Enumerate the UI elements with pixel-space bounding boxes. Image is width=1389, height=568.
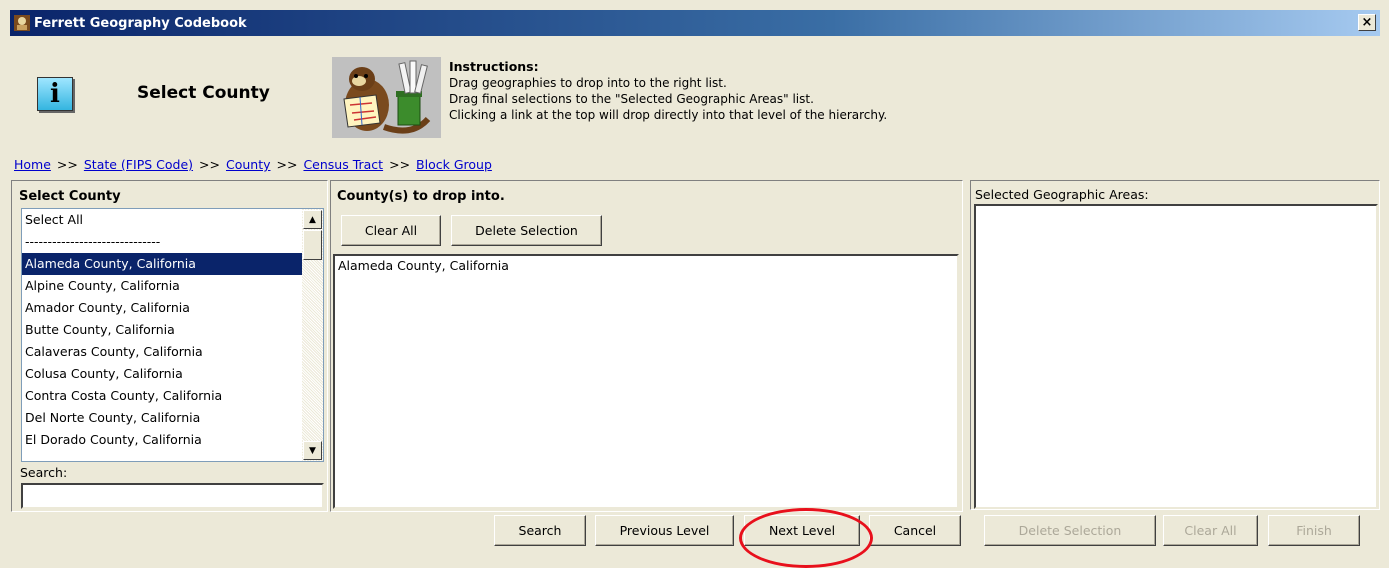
instruction-line: Drag geographies to drop into to the rig… [449,76,727,90]
selected-areas-panel: Selected Geographic Areas: [970,180,1380,510]
instructions-title: Instructions: [449,59,539,74]
list-divider: ------------------------------ [25,234,161,249]
list-item[interactable]: Alameda County, California [22,253,323,275]
scroll-thumb[interactable] [303,230,322,260]
breadcrumb-block-group[interactable]: Block Group [416,157,492,172]
breadcrumb: Home >> State (FIPS Code) >> County >> Census … [14,157,492,172]
breadcrumb-separator: >> [56,157,78,172]
window-title: Ferrett Geography Codebook [34,15,247,31]
instruction-line: Clicking a link at the top will drop dir… [449,108,888,122]
select-county-title: Select County [19,189,121,204]
list-item[interactable]: Del Norte County, California [22,407,323,429]
previous-level-button[interactable]: Previous Level [595,515,734,546]
list-item[interactable]: Contra Costa County, California [22,385,323,407]
title-bar: Ferrett Geography Codebook × [10,10,1380,36]
search-button[interactable]: Search [494,515,586,546]
page-title: Select County [137,83,270,103]
finish-button[interactable]: Finish [1268,515,1360,546]
clear-all-final-button[interactable]: Clear All [1163,515,1258,546]
drop-into-list[interactable]: Alameda County, California [333,254,959,509]
scroll-up-button[interactable]: ▲ [303,210,322,229]
info-icon: i [37,77,73,111]
list-item[interactable]: Colusa County, California [22,363,323,385]
close-button[interactable]: × [1358,14,1376,31]
search-label: Search: [20,465,68,480]
vertical-scrollbar[interactable]: ▲ ▼ [302,209,323,461]
instructions: Instructions: Drag geographies to drop i… [449,59,887,123]
list-item[interactable]: Alameda County, California [335,256,957,276]
instruction-line: Drag final selections to the "Selected G… [449,92,814,106]
list-item[interactable]: El Dorado County, California [22,429,323,451]
list-item[interactable]: Alpine County, California [22,275,323,297]
breadcrumb-separator: >> [199,157,220,172]
breadcrumb-separator: >> [276,157,298,172]
scroll-down-button[interactable]: ▼ [303,441,322,460]
mascot-image [332,57,441,138]
app-icon [14,15,30,31]
county-list[interactable]: Select All -----------------------------… [21,208,324,462]
drop-into-panel: County(s) to drop into. Clear All Delete… [330,180,963,512]
search-input[interactable] [21,483,324,509]
breadcrumb-census-tract[interactable]: Census Tract [303,157,383,172]
breadcrumb-county[interactable]: County [226,157,271,172]
breadcrumb-separator: >> [389,157,411,172]
delete-selection-button[interactable]: Delete Selection [451,215,602,246]
list-item[interactable]: Calaveras County, California [22,341,323,363]
breadcrumb-state[interactable]: State (FIPS Code) [84,157,193,172]
list-item-select-all[interactable]: Select All [22,209,323,231]
clear-all-button[interactable]: Clear All [341,215,441,246]
breadcrumb-home[interactable]: Home [14,157,51,172]
triangle-up-icon: ▲ [309,214,316,225]
cancel-button[interactable]: Cancel [869,515,961,546]
list-item[interactable]: Amador County, California [22,297,323,319]
next-level-button[interactable]: Next Level [744,515,860,546]
selected-areas-title: Selected Geographic Areas: [975,187,1149,202]
list-item[interactable]: Butte County, California [22,319,323,341]
close-icon: × [1361,15,1373,30]
delete-selection-final-button[interactable]: Delete Selection [984,515,1156,546]
selected-areas-list[interactable] [974,204,1378,509]
triangle-down-icon: ▼ [309,445,316,456]
select-county-panel: Select County Select All ---------------… [11,180,328,512]
drop-into-title: County(s) to drop into. [337,189,505,204]
